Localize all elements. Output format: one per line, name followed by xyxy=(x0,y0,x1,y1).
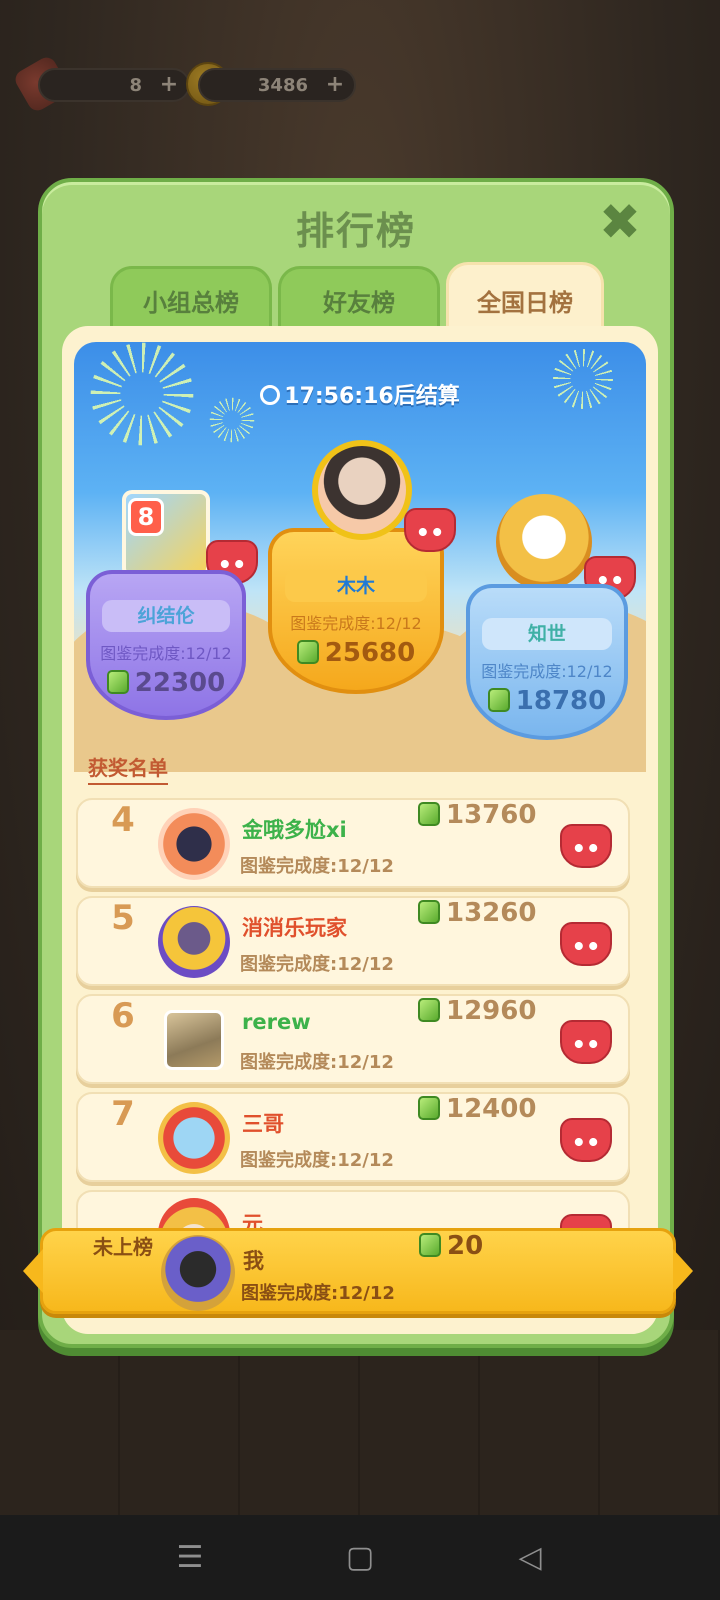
avatar[interactable] xyxy=(164,1010,224,1070)
rank-number: 7 xyxy=(111,1094,135,1134)
settlement-timer: 17:56:16后结算 xyxy=(74,378,646,410)
collection-progress: 图鉴完成度:12/12 xyxy=(240,954,394,975)
close-button[interactable]: ✖ xyxy=(598,197,642,247)
add-rocket-button[interactable]: + xyxy=(156,72,182,98)
tab-national-daily[interactable]: 全国日榜 xyxy=(446,262,604,336)
my-name: 我 xyxy=(243,1249,264,1273)
player-name: 木木 xyxy=(285,570,427,602)
background-floor xyxy=(0,1330,720,1515)
menu-icon[interactable]: ☰ xyxy=(170,1538,210,1578)
timer-text: 17:56:16后结算 xyxy=(284,384,460,409)
player-name: 三哥 xyxy=(242,1112,284,1136)
podium-rank-1[interactable]: 木木 图鉴完成度:12/12 25680 xyxy=(268,528,444,694)
clock-icon xyxy=(260,385,281,405)
coin-counter: 3486 + xyxy=(198,68,356,102)
ranking-row[interactable]: 4 金哦多尬xi 图鉴完成度:12/12 13760 xyxy=(76,798,630,888)
gem-icon xyxy=(418,998,440,1022)
fox-icon xyxy=(560,922,612,966)
tab-group-total[interactable]: 小组总榜 xyxy=(110,266,272,332)
panel-title: 排行榜 xyxy=(295,209,416,253)
fox-icon xyxy=(404,508,456,552)
rank-number: 5 xyxy=(111,898,135,938)
gem-icon xyxy=(296,640,319,664)
podium-rank-3[interactable]: 知世 图鉴完成度:12/12 18780 xyxy=(466,584,628,740)
player-name: 金哦多尬xi xyxy=(242,818,347,842)
podium-rank-2[interactable]: 纠结伦 图鉴完成度:12/12 22300 xyxy=(86,570,246,720)
fox-icon xyxy=(560,824,612,868)
my-rank-status: 未上榜 xyxy=(93,1235,153,1259)
player-score: 12400 xyxy=(418,1094,536,1124)
coin-count: 3486 xyxy=(257,74,308,96)
ranking-row[interactable]: 5 消消乐玩家 图鉴完成度:12/12 13260 xyxy=(76,896,630,986)
collection-progress: 图鉴完成度:12/12 xyxy=(100,644,232,663)
collection-progress: 图鉴完成度:12/12 xyxy=(481,662,613,681)
avatar[interactable] xyxy=(158,808,230,880)
tab-friends[interactable]: 好友榜 xyxy=(278,266,440,332)
avatar-rank-3[interactable] xyxy=(496,494,592,590)
gem-icon xyxy=(106,670,129,694)
player-score: 18780 xyxy=(470,686,624,716)
fox-icon xyxy=(560,1118,612,1162)
ranking-row[interactable]: 6 rerew 图鉴完成度:12/12 12960 xyxy=(76,994,630,1084)
my-rank-bar[interactable]: 未上榜 我 图鉴完成度:12/12 20 xyxy=(23,1228,693,1314)
gem-icon xyxy=(487,688,510,712)
awards-list-title: 获奖名单 xyxy=(88,752,168,785)
home-icon[interactable]: ▢ xyxy=(340,1538,380,1578)
player-score: 22300 xyxy=(90,668,242,698)
player-name: rerew xyxy=(242,1010,311,1034)
avatar[interactable] xyxy=(158,1102,230,1174)
my-collection-progress: 图鉴完成度:12/12 xyxy=(241,1283,395,1304)
rocket-counter: 8 + xyxy=(38,68,190,102)
collection-progress: 图鉴完成度:12/12 xyxy=(240,1052,394,1073)
player-score: 25680 xyxy=(272,638,440,668)
player-name: 知世 xyxy=(482,618,612,650)
player-score: 12960 xyxy=(418,996,536,1026)
player-name: 消消乐玩家 xyxy=(242,916,347,940)
gem-icon xyxy=(418,802,440,826)
fox-icon xyxy=(560,1020,612,1064)
player-name: 纠结伦 xyxy=(102,600,230,632)
collection-progress: 图鉴完成度:12/12 xyxy=(290,614,422,633)
gem-icon xyxy=(419,1233,441,1257)
ranking-row[interactable]: 7 三哥 图鉴完成度:12/12 12400 xyxy=(76,1092,630,1182)
system-nav-bar: ☰ ▢ ◁ xyxy=(0,1515,720,1600)
avatar[interactable] xyxy=(158,906,230,978)
add-coin-button[interactable]: + xyxy=(322,72,348,98)
player-score: 13760 xyxy=(418,800,536,830)
level-badge: 8 xyxy=(128,498,164,536)
my-avatar[interactable] xyxy=(161,1235,235,1311)
avatar-rank-1[interactable] xyxy=(312,440,412,540)
gem-icon xyxy=(418,1096,440,1120)
gem-icon xyxy=(418,900,440,924)
player-score: 13260 xyxy=(418,898,536,928)
resource-bar: 8 + 3486 + xyxy=(11,53,360,115)
rocket-count: 8 xyxy=(129,74,142,96)
back-icon[interactable]: ◁ xyxy=(510,1538,550,1578)
rank-number: 6 xyxy=(111,996,135,1036)
collection-progress: 图鉴完成度:12/12 xyxy=(240,856,394,877)
rank-number: 4 xyxy=(111,800,135,840)
my-score: 20 xyxy=(419,1231,483,1261)
collection-progress: 图鉴完成度:12/12 xyxy=(240,1150,394,1171)
